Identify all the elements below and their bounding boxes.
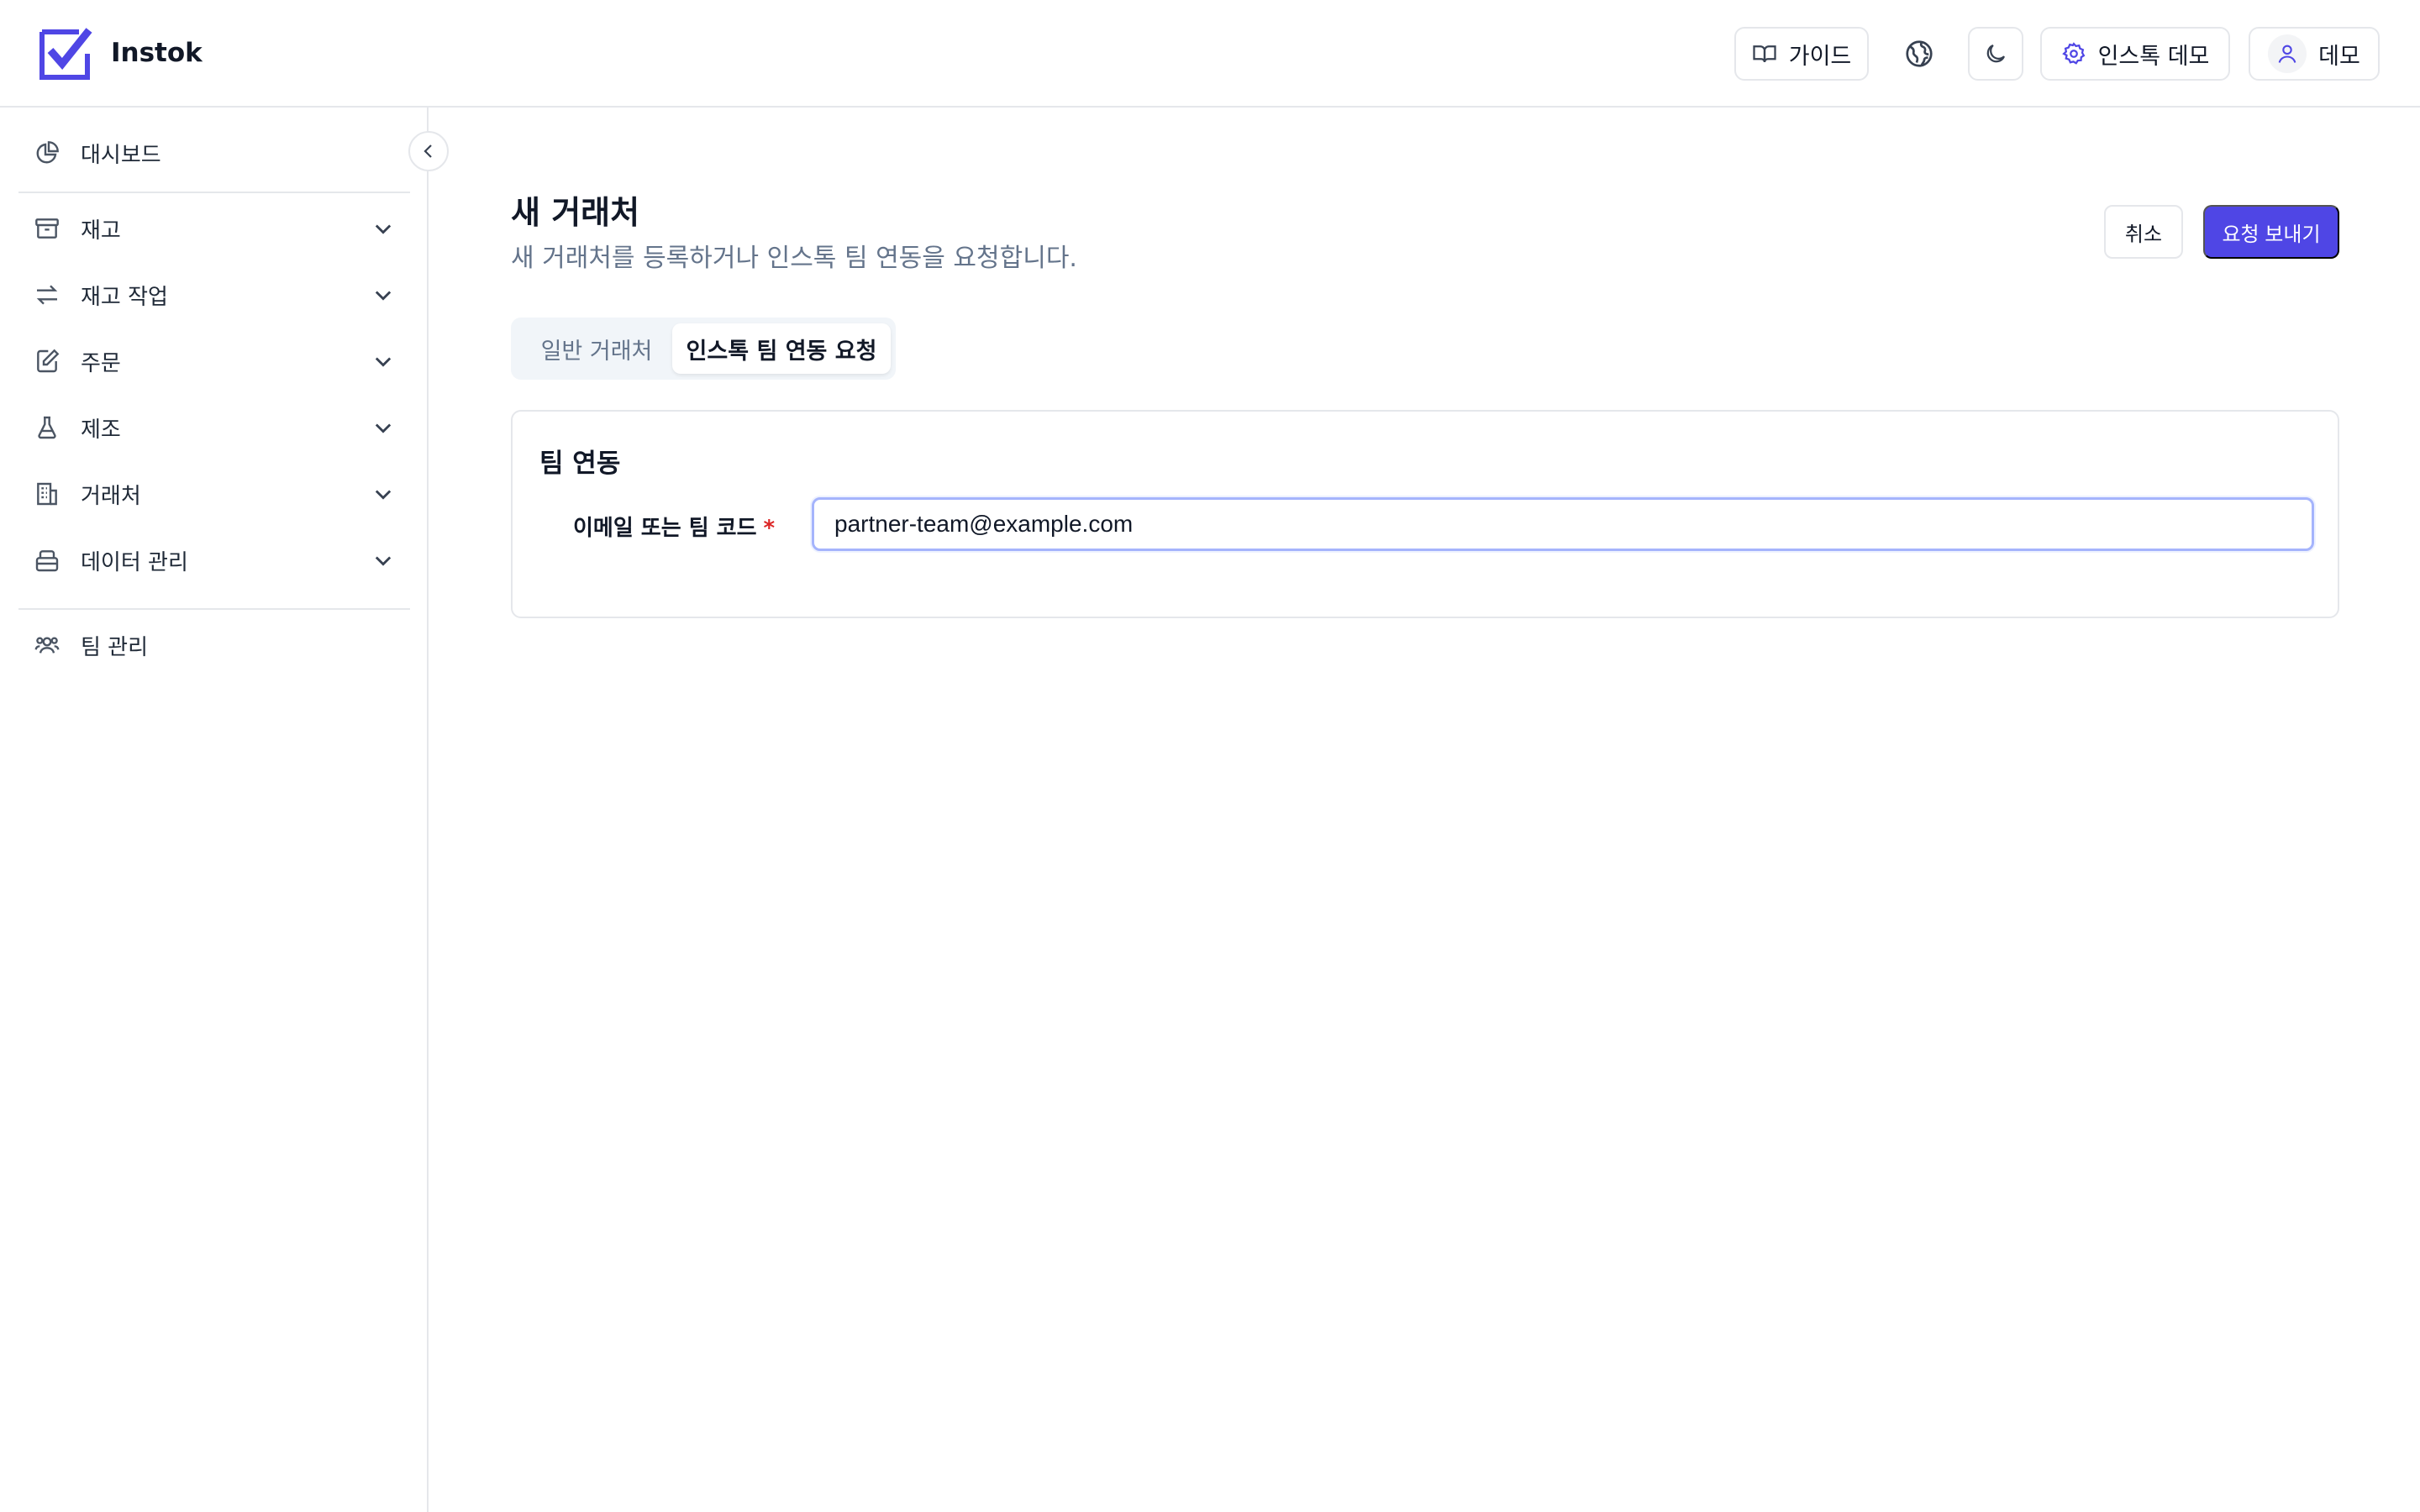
- flask-icon: [38, 416, 56, 439]
- sidebar-divider: [18, 192, 410, 193]
- cancel-button[interactable]: 취소: [2104, 205, 2183, 259]
- users-icon: [34, 637, 60, 654]
- sidebar-item-label: 제조: [81, 417, 121, 443]
- sidebar-item-label: 팀 관리: [81, 634, 149, 660]
- pie-chart-icon: [36, 141, 59, 164]
- top-bar: Instok 가이드 인스톡 데모 데모: [0, 0, 2420, 108]
- chevron-down-icon: [375, 357, 392, 367]
- email-or-team-code-label: 이메일 또는 팀 코드 *: [573, 511, 775, 542]
- sidebar-item-team-management[interactable]: 팀 관리: [18, 618, 410, 672]
- page-title: 새 거래처: [511, 194, 640, 231]
- sidebar-item-label: 거래처: [81, 483, 141, 509]
- arrows-swap-icon: [36, 285, 58, 305]
- tab-general-partner[interactable]: 일반 거래처: [523, 323, 671, 374]
- edit-document-icon: [37, 349, 60, 373]
- chevron-down-icon: [375, 423, 392, 433]
- page-subtitle: 새 거래처를 등록하거나 인스톡 팀 연동을 요청합니다.: [511, 244, 1077, 273]
- sidebar-item-label: 재고: [81, 218, 121, 244]
- chevron-down-icon: [375, 490, 392, 500]
- card-title: 팀 연동: [539, 449, 621, 479]
- chevron-down-icon: [375, 224, 392, 234]
- team-label: 인스톡 데모: [2097, 43, 2210, 70]
- gear-icon: [2061, 42, 2085, 65]
- guide-button[interactable]: 가이드: [1734, 27, 1869, 81]
- building-icon: [37, 482, 57, 506]
- send-request-button[interactable]: 요청 보내기: [2203, 205, 2339, 259]
- archive-icon: [35, 218, 59, 239]
- team-link-card: 팀 연동 이메일 또는 팀 코드 *: [511, 410, 2339, 618]
- database-icon: [35, 550, 59, 572]
- sidebar-item-label: 대시보드: [81, 142, 161, 168]
- logo-check-icon: [39, 28, 92, 80]
- globe-icon: [1906, 40, 1933, 67]
- sidebar-item-label: 데이터 관리: [81, 549, 188, 575]
- chevron-down-icon: [375, 291, 392, 301]
- sidebar-item-orders[interactable]: 주문: [18, 334, 410, 388]
- user-label: 데모: [2318, 43, 2360, 70]
- sidebar-item-label: 재고 작업: [81, 284, 168, 310]
- sidebar-item-data-management[interactable]: 데이터 관리: [18, 533, 410, 587]
- language-button[interactable]: [1892, 27, 1946, 81]
- required-mark: *: [763, 516, 776, 541]
- sidebar-item-inventory[interactable]: 재고: [18, 202, 410, 255]
- sidebar-item-partners[interactable]: 거래처: [18, 467, 410, 521]
- moon-icon: [1986, 44, 2006, 63]
- theme-toggle-button[interactable]: [1968, 27, 2023, 81]
- sidebar: 대시보드 재고 재고 작업 주문 제조 거래처 데이터 관리 팀 관리: [0, 108, 429, 1512]
- partner-type-tabs: 일반 거래처 인스톡 팀 연동 요청: [511, 318, 896, 380]
- team-settings-button[interactable]: 인스톡 데모: [2040, 27, 2230, 81]
- user-icon: [2278, 45, 2296, 63]
- tab-team-link-request[interactable]: 인스톡 팀 연동 요청: [672, 323, 891, 374]
- avatar: [2268, 34, 2307, 73]
- sidebar-item-stock-operations[interactable]: 재고 작업: [18, 268, 410, 322]
- chevron-down-icon: [375, 556, 392, 566]
- sidebar-item-dashboard[interactable]: 대시보드: [18, 126, 410, 180]
- book-open-icon: [1753, 45, 1776, 63]
- sidebar-item-label: 주문: [81, 350, 121, 376]
- brand-name: Instok: [111, 38, 203, 68]
- brand-logo-link[interactable]: Instok: [39, 25, 203, 81]
- guide-label: 가이드: [1788, 43, 1852, 70]
- sidebar-divider: [18, 608, 410, 610]
- sidebar-item-manufacturing[interactable]: 제조: [18, 401, 410, 454]
- user-menu-button[interactable]: 데모: [2249, 27, 2380, 81]
- email-or-team-code-input[interactable]: [812, 497, 2314, 551]
- field-label-text: 이메일 또는 팀 코드: [573, 516, 757, 541]
- chevron-left-icon: [424, 144, 432, 158]
- sidebar-collapse-button[interactable]: [408, 131, 449, 171]
